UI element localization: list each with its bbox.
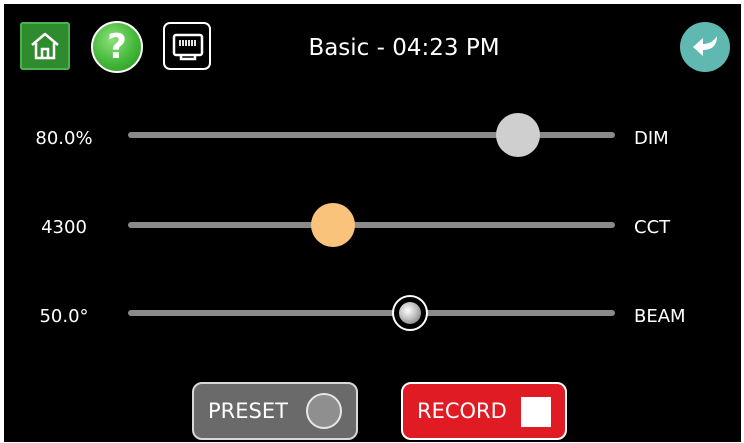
cct-slider-track[interactable] [128, 222, 615, 228]
home-button[interactable] [20, 22, 70, 70]
cct-label: CCT [634, 217, 671, 238]
beam-slider-thumb[interactable] [392, 295, 429, 331]
preset-button[interactable]: PRESET [192, 382, 358, 440]
dim-label: DIM [634, 128, 669, 149]
help-button[interactable]: ? [91, 21, 143, 73]
home-icon [31, 32, 59, 60]
back-button[interactable] [680, 22, 730, 72]
cct-value: 4300 [41, 217, 87, 238]
dim-value: 80.0% [35, 128, 93, 149]
help-icon: ? [107, 27, 127, 67]
record-label: RECORD [417, 399, 507, 423]
beam-value: 50.0° [39, 306, 89, 327]
control-screen: ? Basic - 04:23 PM 80.0% DIM 4300 CCT 50… [4, 4, 741, 442]
beam-label: BEAM [634, 306, 686, 327]
dim-slider-thumb[interactable] [495, 113, 540, 157]
record-square-icon [521, 397, 551, 427]
preset-label: PRESET [208, 399, 288, 423]
preset-circle-icon [306, 393, 342, 429]
dim-slider-track[interactable] [128, 132, 615, 138]
beam-slider-track[interactable] [128, 310, 615, 316]
network-button[interactable] [163, 22, 211, 70]
cct-slider-thumb[interactable] [310, 203, 355, 247]
page-title: Basic - 04:23 PM [308, 35, 500, 61]
record-button[interactable]: RECORD [401, 382, 567, 440]
ethernet-port-icon [172, 33, 204, 61]
back-arrow-icon [693, 36, 717, 56]
